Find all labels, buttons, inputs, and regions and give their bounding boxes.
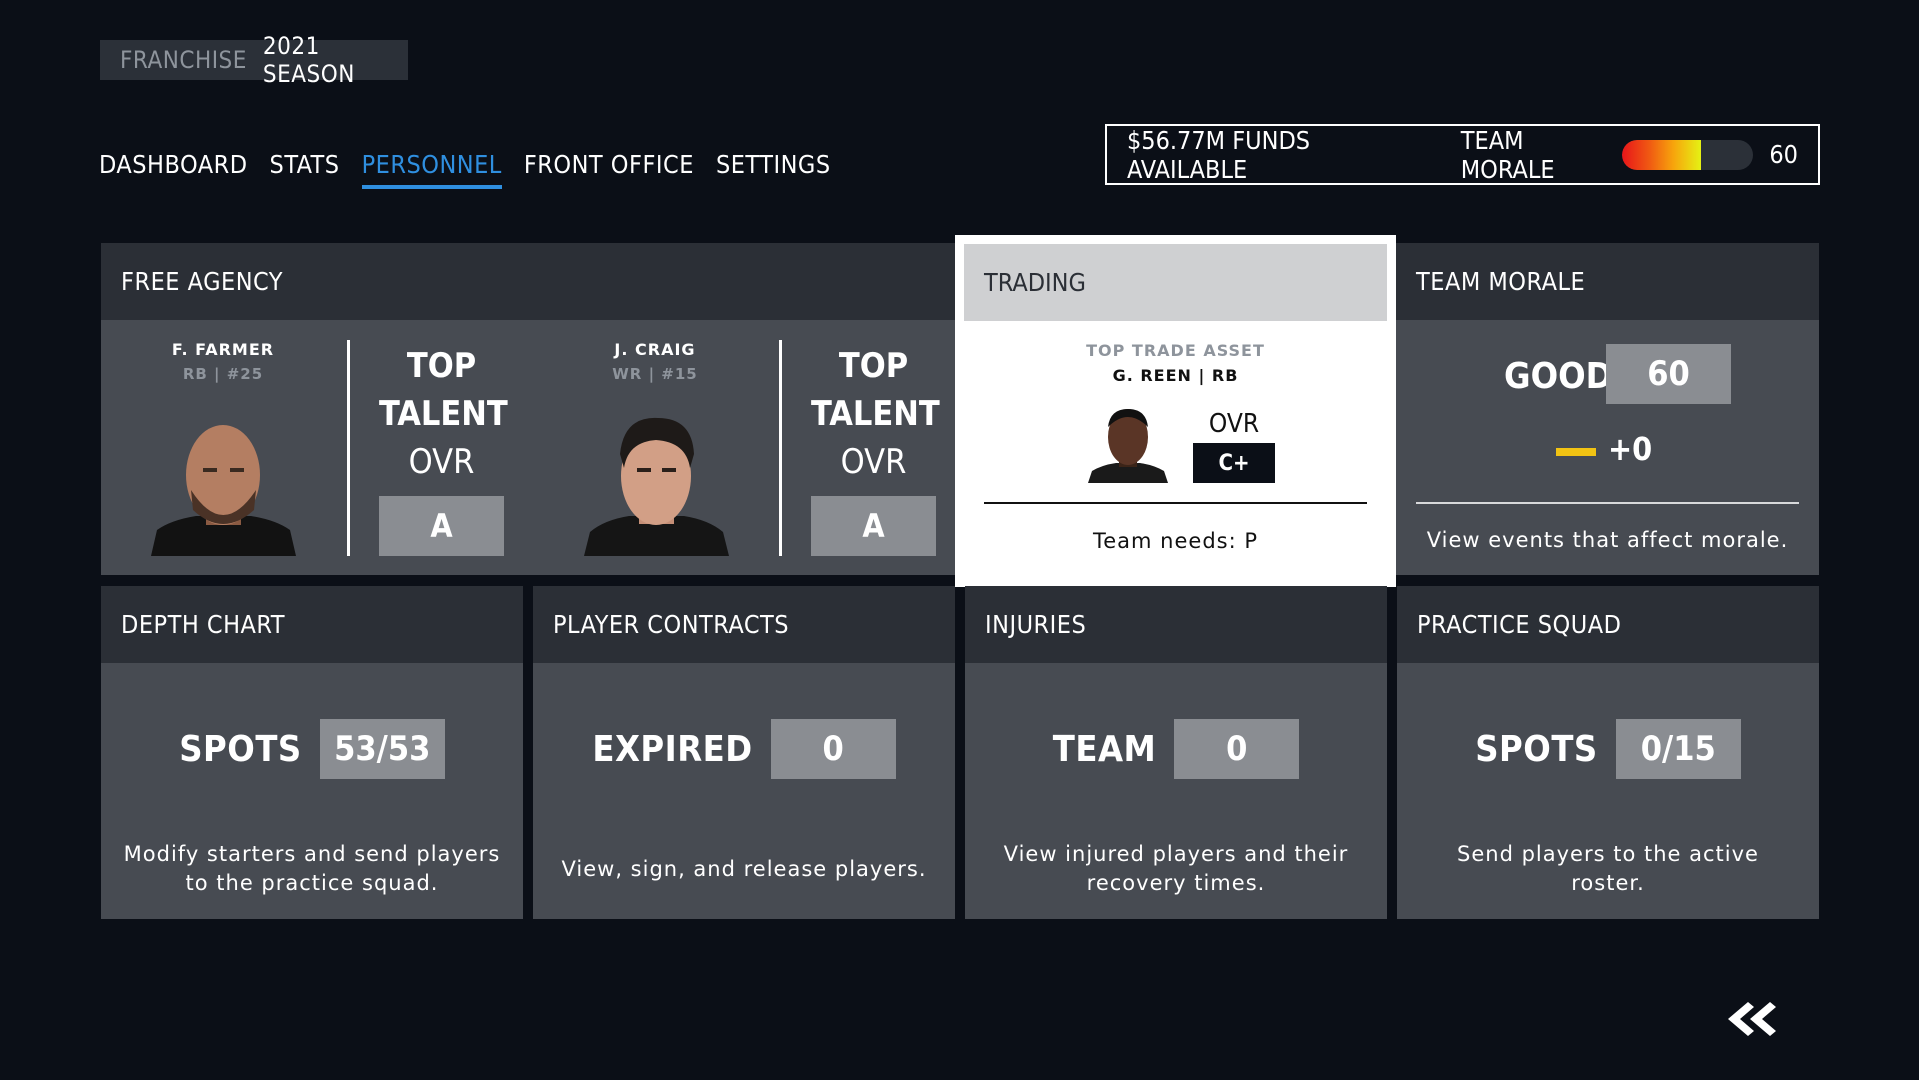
card-description: Send players to the active roster. <box>1457 842 1759 895</box>
card-description: View injured players and their recovery … <box>1003 842 1349 895</box>
fa-player-1-portrait <box>151 425 296 556</box>
card-title: DEPTH CHART <box>101 586 523 663</box>
depth-chart-card[interactable]: DEPTH CHART SPOTS 53/53 Modify starters … <box>101 586 523 919</box>
card-description: View, sign, and release players. <box>561 856 927 881</box>
fa-player-2[interactable]: J. CRAIG WR | #15 <box>555 340 755 383</box>
card-title: PLAYER CONTRACTS <box>533 586 955 663</box>
morale-meter <box>1622 139 1754 170</box>
fa-ovr-label: OVR <box>408 442 475 482</box>
funds-morale-status: $56.77M FUNDS AVAILABLE TEAM MORALE 60 <box>1105 124 1820 185</box>
fa-player-1[interactable]: F. FARMER RB | #25 <box>123 340 323 383</box>
trade-grade-box: C+ <box>1193 443 1275 483</box>
fa-player-name: F. FARMER <box>171 340 275 359</box>
card-title: PRACTICE SQUAD <box>1397 586 1819 663</box>
morale-delta: +0 <box>1608 430 1653 468</box>
double-chevron-left-icon[interactable] <box>1724 1000 1778 1038</box>
trade-ovr-label: OVR <box>1208 409 1260 439</box>
morale-description: View events that affect morale. <box>1426 528 1789 552</box>
talent-line-2: TALENT <box>379 394 508 434</box>
team-needs: Team needs: P <box>1092 529 1258 553</box>
card-stat-value: 0 <box>770 719 896 779</box>
fa-divider <box>779 340 782 556</box>
practice-squad-card[interactable]: PRACTICE SQUAD SPOTS 0/15 Send players t… <box>1397 586 1819 919</box>
fa-top-talent: TOP TALENT <box>811 342 940 438</box>
fa-player-position: RB | #25 <box>182 365 264 383</box>
card-stat-label: EXPIRED <box>592 728 753 770</box>
trade-asset-portrait <box>1088 409 1168 483</box>
morale-value: 60 <box>1769 140 1798 169</box>
talent-line-1: TOP <box>406 346 477 386</box>
card-stat-value: 0/15 <box>1615 719 1741 779</box>
morale-value-box: 60 <box>1606 344 1731 404</box>
trading-divider <box>984 502 1367 504</box>
franchise-season-badge: FRANCHISE 2021 SEASON <box>100 32 408 88</box>
funds-available: $56.77M FUNDS AVAILABLE <box>1127 125 1311 184</box>
free-agency-title: FREE AGENCY <box>101 243 956 320</box>
main-nav: DASHBOARD STATS PERSONNEL FRONT OFFICE S… <box>99 150 831 189</box>
top-trade-asset-label: TOP TRADE ASSET <box>1086 341 1265 360</box>
player-contracts-card[interactable]: PLAYER CONTRACTS EXPIRED 0 View, sign, a… <box>533 586 955 919</box>
trading-title: TRADING <box>964 244 1387 321</box>
morale-trend-flat-icon <box>1556 448 1596 456</box>
card-stat-value: 0 <box>1174 719 1300 779</box>
card-stat-label: SPOTS <box>1475 728 1598 770</box>
fa-player-position: WR | #15 <box>612 365 698 383</box>
talent-line-1: TOP <box>838 346 909 386</box>
team-morale-label: TEAM MORALE <box>1460 125 1555 184</box>
fa-grade-box: A <box>811 496 936 556</box>
fa-top-talent: TOP TALENT <box>379 342 508 438</box>
card-stat-value: 53/53 <box>319 719 445 779</box>
injuries-card[interactable]: INJURIES TEAM 0 View injured players and… <box>965 586 1387 919</box>
talent-line-2: TALENT <box>811 394 940 434</box>
morale-divider <box>1416 502 1799 504</box>
team-morale-title: TEAM MORALE <box>1396 243 1819 320</box>
fa-ovr-label: OVR <box>840 442 907 482</box>
fa-player-name: J. CRAIG <box>614 340 696 359</box>
team-morale-panel[interactable]: TEAM MORALE GOOD 60 +0 View events that … <box>1396 243 1819 575</box>
franchise-label: FRANCHISE <box>120 46 247 74</box>
fa-divider <box>347 340 350 556</box>
card-title: INJURIES <box>965 586 1387 663</box>
nav-front-office[interactable]: FRONT OFFICE <box>524 150 694 189</box>
season-label: 2021 SEASON <box>262 32 355 88</box>
fa-grade-box: A <box>379 496 504 556</box>
nav-settings[interactable]: SETTINGS <box>716 150 831 189</box>
card-stat-label: SPOTS <box>179 728 302 770</box>
top-trade-asset-name: G. REEN | RB <box>1112 366 1239 385</box>
nav-personnel[interactable]: PERSONNEL <box>361 150 502 189</box>
free-agency-panel[interactable]: FREE AGENCY F. FARMER RB | #25 TOP TALEN… <box>101 243 956 575</box>
morale-meter-fill <box>1622 139 1701 170</box>
nav-stats[interactable]: STATS <box>270 150 340 189</box>
morale-status: GOOD <box>1504 356 1613 397</box>
card-stat-label: TEAM <box>1052 728 1157 770</box>
fa-player-2-portrait <box>584 417 729 556</box>
card-description: Modify starters and send players to the … <box>123 842 501 895</box>
trading-panel[interactable]: TRADING TOP TRADE ASSET G. REEN | RB OVR… <box>955 235 1396 587</box>
nav-dashboard[interactable]: DASHBOARD <box>99 150 248 189</box>
